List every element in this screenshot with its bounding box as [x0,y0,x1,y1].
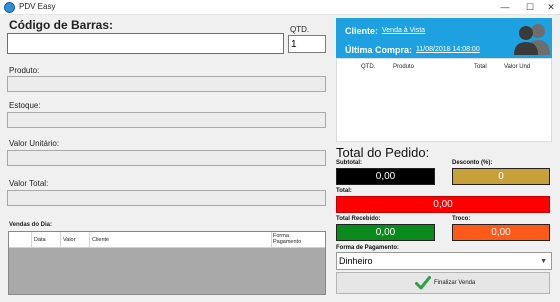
valor-total-label: Valor Total: [9,179,49,188]
cart-header-valor-und[interactable]: Valor Und [504,64,530,70]
desconto-label: Desconto (%): [452,160,493,166]
estoque-label: Estoque: [9,101,41,110]
vendas-grid-header: Data Valor Cliente Forma Pagamento [9,232,325,248]
column-divider [60,232,61,248]
column-header-cliente[interactable]: Cliente [92,237,109,243]
cart-grid[interactable]: QTD. Produto Total Valor Und [336,58,552,142]
chevron-down-icon[interactable]: ▼ [540,258,547,265]
valor-unitario-field [7,150,326,166]
minimize-button[interactable]: — [491,0,519,15]
vendas-label: Vendas do Dia: [9,222,53,228]
subtotal-display: 0,00 [336,168,435,185]
valor-unitario-label: Valor Unitário: [9,139,60,148]
total-pedido-title: Total do Pedido: [336,145,430,160]
ultima-compra-link[interactable]: 11/08/2018 14:08:00 [416,46,480,53]
produto-label: Produto: [9,66,40,75]
customer-panel: Cliente: Venda à Vista Última Compra: 11… [336,18,552,58]
forma-pagamento-value: Dinheiro [339,256,373,266]
total-label: Total: [336,188,352,194]
column-divider [89,232,90,248]
column-header-valor[interactable]: Valor [63,237,75,243]
column-divider [271,232,272,248]
subtotal-label: Subtotal: [336,160,362,166]
vendas-grid[interactable]: Data Valor Cliente Forma Pagamento [8,231,326,295]
barcode-input[interactable] [7,33,284,54]
qty-input[interactable]: 1 [288,35,326,53]
column-header-data[interactable]: Data [34,237,46,243]
total-recebido-label: Total Recebido: [336,216,381,222]
troco-display: 0,00 [452,224,550,241]
finalizar-venda-label: Finalizar Venda [434,280,476,286]
produto-field [7,76,326,92]
window-title: PDV Easy [19,2,56,11]
estoque-field [7,112,326,128]
close-button[interactable]: ✕ [537,0,560,15]
troco-label: Troco: [452,216,471,222]
ultima-compra-label: Última Compra: [345,45,413,55]
desconto-input[interactable]: 0 [452,168,550,185]
qty-label: QTD. [290,25,310,34]
cart-header-qtd[interactable]: QTD. [361,64,375,70]
cart-header-produto[interactable]: Produto [393,64,414,70]
total-display: 0,00 [336,196,550,213]
cliente-label: Cliente: [345,26,379,36]
column-divider [31,232,32,248]
total-recebido-input[interactable]: 0,00 [336,224,435,241]
valor-total-field [7,190,326,206]
cliente-link[interactable]: Venda à Vista [382,27,425,34]
users-icon [514,24,550,55]
forma-pagamento-label: Forma de Pagamento: [336,245,400,251]
forma-pagamento-select[interactable]: Dinheiro ▼ [336,252,552,270]
barcode-label: Código de Barras: [9,18,114,32]
title-bar: PDV Easy — ☐ ✕ [0,0,560,15]
column-header-forma-pagamento[interactable]: Forma Pagamento [273,233,313,245]
cart-header-total[interactable]: Total [474,64,487,70]
finalizar-venda-button[interactable]: Finalizar Venda [336,272,550,294]
app-icon [4,2,15,13]
checkmark-icon [415,276,431,290]
